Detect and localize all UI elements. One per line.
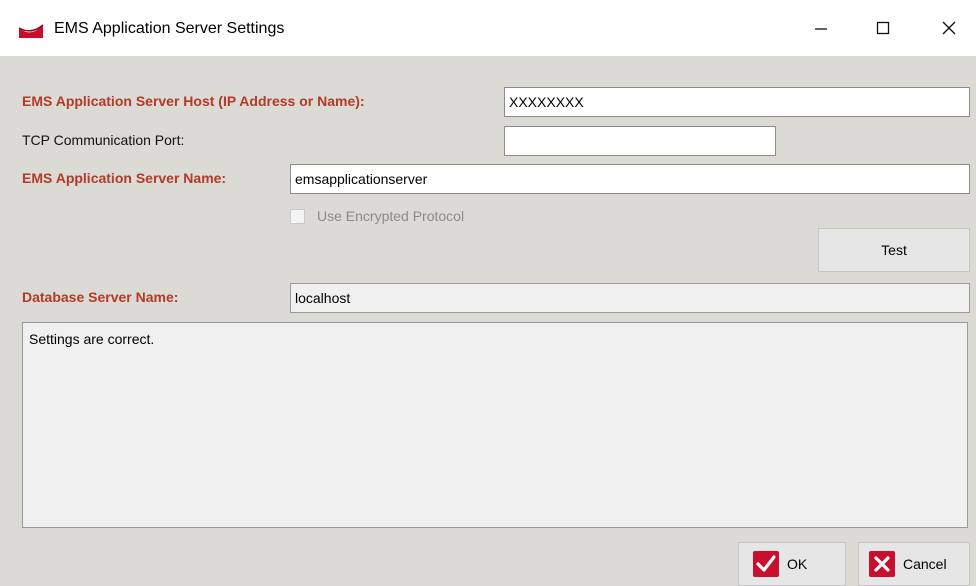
ems-logo-icon bbox=[18, 24, 44, 38]
ok-button-label: OK bbox=[787, 556, 808, 572]
window-title: EMS Application Server Settings bbox=[54, 20, 285, 37]
test-button[interactable]: Test bbox=[818, 228, 970, 272]
checkbox-box[interactable] bbox=[290, 208, 305, 224]
status-message: Settings are correct. bbox=[29, 331, 155, 347]
cancel-button-label: Cancel bbox=[903, 556, 947, 572]
host-input[interactable] bbox=[504, 87, 970, 117]
x-mark-icon bbox=[869, 551, 895, 577]
db-server-input[interactable] bbox=[290, 283, 970, 313]
close-icon bbox=[942, 21, 956, 35]
status-message-area[interactable]: Settings are correct. bbox=[22, 322, 968, 528]
port-input[interactable] bbox=[504, 126, 776, 156]
port-label: TCP Communication Port: bbox=[22, 132, 185, 148]
minimize-icon bbox=[815, 28, 827, 30]
server-name-label: EMS Application Server Name: bbox=[22, 170, 227, 186]
maximize-icon bbox=[876, 21, 890, 35]
cancel-button[interactable]: Cancel bbox=[858, 542, 970, 586]
host-label: EMS Application Server Host (IP Address … bbox=[22, 93, 365, 109]
encrypted-protocol-label: Use Encrypted Protocol bbox=[317, 208, 465, 224]
checkmark-icon bbox=[753, 551, 779, 577]
maximize-button[interactable] bbox=[860, 10, 906, 46]
ok-button[interactable]: OK bbox=[738, 542, 846, 586]
server-name-input[interactable] bbox=[290, 164, 970, 194]
test-button-label: Test bbox=[881, 242, 907, 258]
db-server-label: Database Server Name: bbox=[22, 289, 179, 305]
minimize-button[interactable] bbox=[798, 10, 844, 46]
encrypted-protocol-checkbox[interactable]: Use Encrypted Protocol bbox=[290, 208, 464, 224]
title-bar: EMS Application Server Settings bbox=[0, 0, 976, 56]
close-button[interactable] bbox=[926, 10, 972, 46]
